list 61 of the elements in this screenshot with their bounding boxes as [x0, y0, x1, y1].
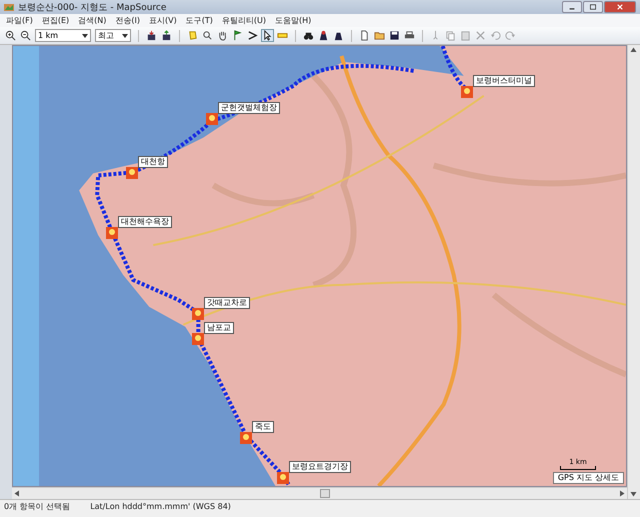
waypoint-icon[interactable] [192, 308, 204, 320]
app-icon [4, 2, 14, 12]
waypoint-label: 죽도 [252, 421, 274, 433]
waypoint-label: 보령버스터미널 [473, 75, 535, 87]
copy-icon[interactable] [445, 30, 456, 41]
save-icon[interactable] [389, 30, 400, 41]
new-file-icon[interactable] [359, 30, 370, 41]
send-to-device-icon[interactable] [161, 30, 172, 41]
close-icon [616, 4, 624, 10]
window-title: 보령순산-000- 지형도 - MapSource [18, 2, 168, 14]
maximize-icon [589, 4, 597, 10]
waypoint-label: 군헌갯벌체험장 [218, 102, 280, 114]
waypoint-icon[interactable] [206, 113, 218, 125]
print-icon[interactable] [404, 30, 415, 41]
maximize-button[interactable] [583, 1, 603, 13]
horizontal-scrollbar[interactable] [12, 487, 627, 499]
waypoint-label: 갓때교차로 [204, 297, 250, 309]
zoom-out-icon[interactable] [20, 30, 31, 41]
scrollbar-thumb[interactable] [320, 489, 330, 498]
menu-item[interactable]: 전송(I) [115, 15, 140, 26]
menu-item[interactable]: 파일(F) [6, 15, 33, 26]
waypoint-label: 대천항 [138, 156, 168, 168]
route-tool-icon[interactable] [247, 30, 258, 41]
menu-item[interactable]: 도구(T) [186, 15, 213, 26]
menu-item[interactable]: 유틸리티(U) [222, 15, 266, 26]
menu-item[interactable]: 표시(V) [148, 15, 177, 26]
waypoint-label: 대천해수욕장 [118, 216, 172, 228]
hand-icon[interactable] [217, 30, 228, 41]
waypoint-icon[interactable] [126, 167, 138, 179]
receive-from-device-icon[interactable] [146, 30, 157, 41]
waypoint-icon[interactable] [240, 432, 252, 444]
pointer-icon[interactable] [262, 30, 273, 41]
vertical-scrollbar[interactable] [627, 45, 640, 499]
menu-item[interactable]: 도움말(H) [274, 15, 312, 26]
minimize-button[interactable] [562, 1, 582, 13]
zoom-tool-icon[interactable] [202, 30, 213, 41]
waypoint-icon[interactable] [461, 86, 473, 98]
waypoint-icon[interactable] [192, 333, 204, 345]
flag-icon[interactable] [232, 30, 243, 41]
waypoint-label: 보령요트경기장 [289, 461, 351, 473]
zoom-in-icon[interactable] [5, 30, 16, 41]
scroll-left-icon[interactable] [13, 489, 22, 498]
waypoint-icon[interactable] [106, 227, 118, 239]
map-type-label: GPS 지도 상세도 [552, 472, 624, 484]
caret-icon [82, 34, 88, 38]
waypoint-icon[interactable] [277, 472, 289, 484]
scroll-down-icon[interactable] [629, 489, 638, 498]
position-format-status: Lat/Lon hddd°mm.mmm' (WGS 84) [90, 502, 231, 511]
caret-icon [122, 34, 128, 38]
menu-item[interactable]: 편집(E) [42, 15, 70, 26]
menu-item[interactable]: 검색(N) [78, 15, 106, 26]
scroll-right-icon[interactable] [617, 489, 626, 498]
ruler-icon[interactable] [277, 30, 288, 41]
open-folder-icon[interactable] [374, 30, 385, 41]
scale-bar [560, 466, 596, 470]
scale-dropdown[interactable]: 1 km [35, 29, 91, 42]
selection-status: 0개 항목이 선택됨 [4, 501, 70, 512]
binoculars-icon[interactable] [303, 30, 314, 41]
close-button[interactable] [604, 1, 636, 13]
detail-dropdown[interactable]: 최고 [95, 29, 131, 42]
waypoint-label: 남포교 [204, 322, 234, 334]
